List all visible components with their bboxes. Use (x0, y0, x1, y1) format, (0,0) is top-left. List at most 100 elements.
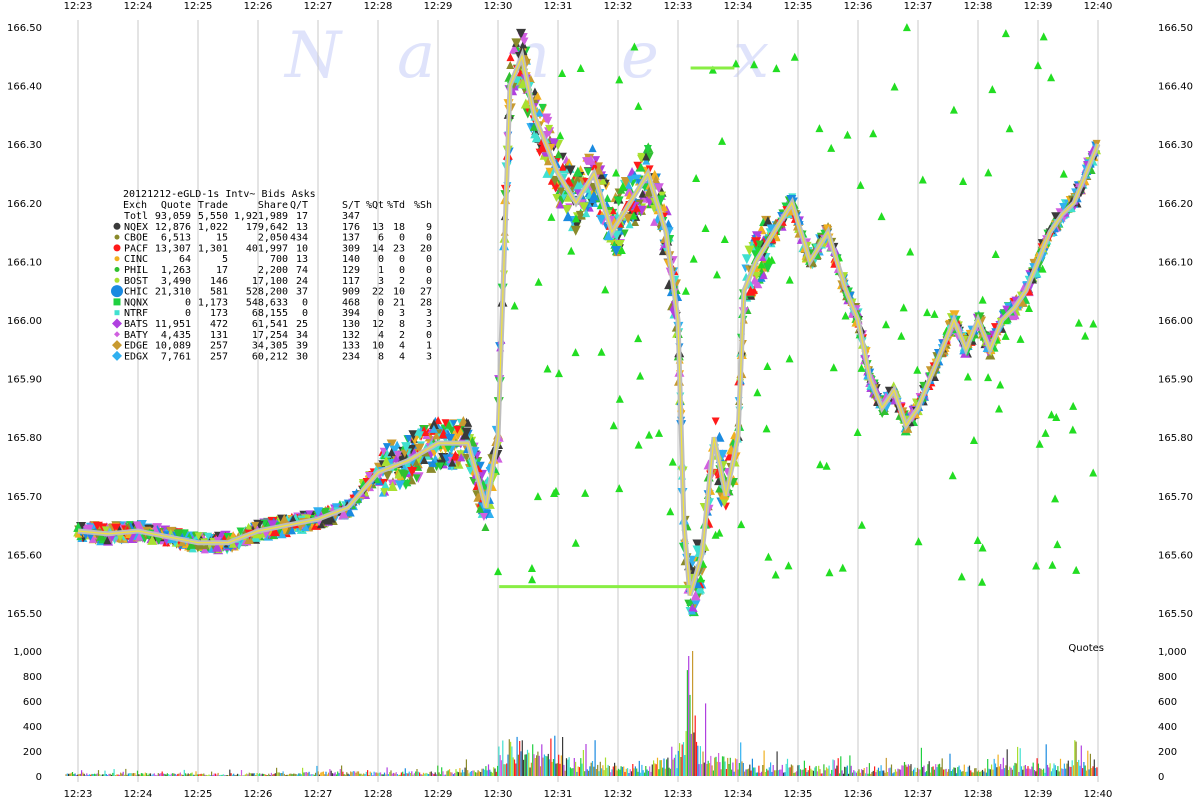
legend-cell: 0 (185, 308, 191, 319)
quote-chart: Nanex 166.50166.40166.30166.20166.10166.… (0, 0, 1200, 800)
legend-cell: 0 (426, 276, 432, 287)
legend-cell: 4 (378, 330, 384, 341)
price-tick-left: 166.00 (7, 316, 42, 327)
time-tick-top: 12:28 (364, 1, 393, 12)
legend-cell: 3 (426, 308, 432, 319)
legend-cell: 60,212 (252, 351, 288, 362)
legend-cell: 9 (426, 222, 432, 233)
legend-cell: 1,022 (198, 222, 228, 233)
legend-cell: CINC (124, 254, 148, 265)
time-tick-bottom: 12:34 (724, 789, 753, 800)
legend-marker (114, 277, 120, 283)
time-tick-bottom: 12:27 (304, 789, 333, 800)
legend-cell: 4 (399, 351, 405, 362)
price-tick-left: 166.10 (7, 257, 42, 268)
legend-cell: 0 (426, 233, 432, 244)
legend-cell: BOST (124, 276, 148, 287)
legend-header-cell: %Td (387, 200, 405, 211)
legend-cell: 909 (342, 287, 360, 298)
legend-marker (113, 244, 121, 252)
time-tick-bottom: 12:23 (64, 789, 93, 800)
legend-title: 20121212-eGLD-1s Intv~ Bids Asks (123, 189, 316, 200)
time-tick-bottom: 12:26 (244, 789, 273, 800)
watermark-letter: N (283, 19, 343, 93)
legend-cell: EDGX (124, 351, 148, 362)
time-tick-bottom: 12:36 (844, 789, 873, 800)
volume-tick-left: 1,000 (13, 647, 42, 658)
legend-cell: 64 (179, 254, 191, 265)
legend-header-cell: Exch (123, 200, 147, 211)
time-tick-top: 12:23 (64, 1, 93, 12)
legend-header-cell: Q/T (290, 200, 308, 211)
legend-cell: Totl (124, 211, 148, 222)
volume-tick-left: 400 (23, 722, 42, 733)
volume-tick-left: 600 (23, 697, 42, 708)
legend-cell: 0 (378, 297, 384, 308)
legend-cell: 10 (372, 341, 384, 352)
legend-cell: EDGE (124, 341, 148, 352)
legend-cell: PACF (124, 243, 148, 254)
legend-cell: 20 (420, 243, 432, 254)
volume-tick-right: 0 (1158, 772, 1164, 783)
legend-cell: BATS (124, 319, 148, 330)
time-tick-bottom: 12:35 (784, 789, 813, 800)
legend-cell: 3 (399, 308, 405, 319)
time-tick-top: 12:26 (244, 1, 273, 12)
time-tick-bottom: 12:32 (604, 789, 633, 800)
legend-cell: 394 (342, 308, 360, 319)
legend-cell: 0 (185, 297, 191, 308)
time-tick-top: 12:37 (904, 1, 933, 12)
watermark-letter: e (621, 19, 659, 93)
legend-cell: 18 (393, 222, 405, 233)
legend-cell: 17,100 (252, 276, 288, 287)
legend-cell: 39 (296, 341, 308, 352)
legend-marker (114, 256, 120, 262)
time-tick-top: 12:38 (964, 1, 993, 12)
chart-background (0, 0, 1200, 800)
legend-header-cell: %Sh (414, 200, 432, 211)
volume-tick-left: 200 (23, 747, 42, 758)
price-tick-right: 166.00 (1158, 316, 1193, 327)
time-tick-top: 12:30 (484, 1, 513, 12)
volume-tick-left: 0 (36, 772, 42, 783)
time-tick-top: 12:35 (784, 1, 813, 12)
legend-marker (114, 310, 120, 316)
legend-cell: 14 (372, 243, 384, 254)
legend-cell: 1,173 (198, 297, 228, 308)
volume-tick-right: 200 (1158, 747, 1177, 758)
legend-cell: 34,305 (252, 341, 288, 352)
legend-cell: 0 (399, 233, 405, 244)
time-tick-top: 12:32 (604, 1, 633, 12)
legend-cell: BATY (124, 330, 148, 341)
legend-cell: 2 (399, 330, 405, 341)
price-tick-left: 165.90 (7, 375, 42, 386)
legend-cell: 700 (270, 254, 288, 265)
legend-cell: 25 (296, 319, 308, 330)
time-tick-bottom: 12:38 (964, 789, 993, 800)
legend-cell: 146 (210, 276, 228, 287)
time-tick-top: 12:40 (1084, 1, 1113, 12)
legend-cell: 37 (296, 287, 308, 298)
time-tick-bottom: 12:24 (124, 789, 153, 800)
legend-cell: 468 (342, 297, 360, 308)
price-tick-left: 165.80 (7, 433, 42, 444)
legend-cell: 528,200 (246, 287, 288, 298)
price-tick-right: 165.70 (1158, 492, 1193, 503)
legend-marker (113, 298, 121, 306)
legend-cell: 140 (342, 254, 360, 265)
legend-cell: 257 (210, 341, 228, 352)
legend-cell: 434 (290, 233, 308, 244)
legend-cell: 133 (342, 341, 360, 352)
legend-cell: 173 (210, 308, 228, 319)
legend-cell: 2,200 (258, 265, 288, 276)
price-tick-left: 166.30 (7, 140, 42, 151)
time-tick-top: 12:31 (544, 1, 573, 12)
price-tick-right: 166.50 (1158, 23, 1193, 34)
legend-cell: 13 (372, 222, 384, 233)
legend-cell: 1,301 (198, 243, 228, 254)
time-tick-top: 12:34 (724, 1, 753, 12)
legend-cell: 401,997 (246, 243, 288, 254)
legend-cell: 93,059 (155, 211, 191, 222)
legend-cell: 27 (420, 287, 432, 298)
volume-tick-left: 800 (23, 672, 42, 683)
